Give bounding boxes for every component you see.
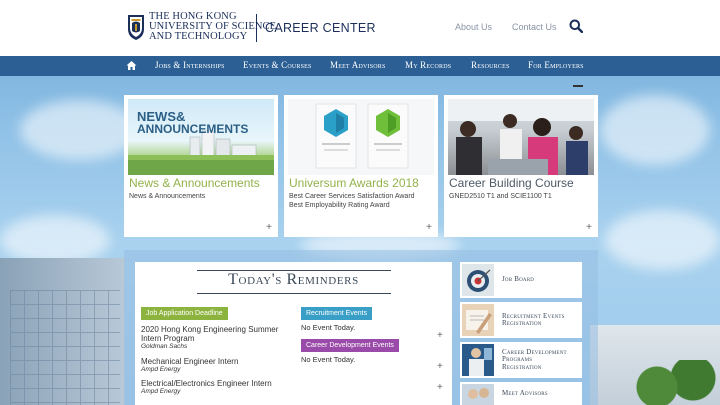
universum-awards-image (288, 99, 434, 175)
side-link-label-line: Job Board (502, 275, 535, 284)
nav-my-records[interactable]: My Records (405, 60, 451, 70)
building-windows (10, 290, 120, 405)
nav-meet-advisors[interactable]: Meet Advisors (330, 60, 386, 70)
collapse-toggle[interactable] (573, 85, 583, 87)
expand-plus-icon[interactable]: + (426, 222, 432, 233)
dartboard-icon (462, 264, 494, 296)
university-name[interactable]: THE HONG KONG UNIVERSITY OF SCIENCE AND … (149, 11, 276, 42)
job-list-item[interactable]: 2020 Hong Kong Engineering Summer Intern… (141, 325, 278, 351)
side-link-recruitment-registration[interactable]: Recruitment Events Registration (460, 302, 582, 338)
card-subtitle: Best Employability Rating Award (289, 202, 390, 209)
sky-cloud (605, 210, 720, 270)
site-header: THE HONG KONG UNIVERSITY OF SCIENCE AND … (0, 0, 720, 56)
side-link-label-line: Meet Advisors (502, 388, 548, 397)
recruitment-events-tag[interactable]: Recruitment Events (301, 307, 373, 320)
career-course-photo (448, 99, 594, 175)
card-news-announcements[interactable]: NEWS& ANNOUNCEMENTS News & Announcements… (124, 95, 278, 237)
job-company: Ampd Energy (141, 388, 181, 395)
career-development-events-tag[interactable]: Career Development Events (301, 339, 399, 352)
job-list-item[interactable]: Mechanical Engineer Intern Ampd Energy (141, 357, 238, 374)
expand-plus-icon[interactable]: + (437, 330, 443, 341)
side-link-meet-advisors[interactable]: Meet Advisors (460, 382, 582, 405)
job-title: Mechanical Engineer Intern (141, 357, 239, 366)
sky-cloud (20, 100, 140, 160)
advisors-photo-icon (462, 384, 494, 405)
nav-for-employers[interactable]: For Employers (528, 60, 584, 70)
logo-divider (256, 14, 257, 42)
news-image-text-line: ANNOUNCEMENTS (137, 122, 249, 136)
card-universum-awards[interactable]: Universum Awards 2018 Best Career Servic… (284, 95, 438, 237)
hkust-crest-icon[interactable] (127, 13, 145, 41)
university-name-line: AND TECHNOLOGY (149, 31, 248, 42)
side-link-label: Career Development Programs Registration (502, 342, 580, 378)
side-link-label-line: Registration (502, 362, 542, 371)
job-company: Goldman Sachs (141, 343, 188, 350)
campus-trees (630, 360, 720, 405)
todays-reminders-panel: Today's Reminders Job Application Deadli… (135, 262, 452, 405)
search-icon[interactable] (569, 19, 583, 33)
side-link-label: Meet Advisors (502, 382, 580, 405)
main-nav: Jobs & Internships Events & Courses Meet… (0, 56, 720, 76)
side-link-job-board[interactable]: Job Board (460, 262, 582, 298)
person-presenting-icon (462, 344, 494, 376)
job-title: Electrical/Electronics Engineer Intern (141, 379, 272, 388)
side-link-career-development-registration[interactable]: Career Development Programs Registration (460, 342, 582, 378)
news-announcements-image: NEWS& ANNOUNCEMENTS (128, 99, 274, 175)
career-development-status: No Event Today. (301, 355, 356, 364)
sky-cloud (600, 95, 710, 165)
side-link-label: Recruitment Events Registration (502, 302, 580, 338)
expand-plus-icon[interactable]: + (437, 382, 443, 393)
classroom-photo-graphic (448, 99, 594, 175)
card-subtitle: Best Career Services Satisfaction Award (289, 193, 415, 200)
recruitment-status: No Event Today. (301, 323, 356, 332)
job-list-item[interactable]: Electrical/Electronics Engineer Intern A… (141, 379, 272, 396)
pen-writing-icon (462, 304, 494, 336)
card-title[interactable]: Universum Awards 2018 (289, 176, 419, 190)
home-icon[interactable] (126, 60, 137, 71)
side-link-label-line: Registration (502, 319, 542, 327)
card-career-building-course[interactable]: Career Building Course GNED2510 T1 and S… (444, 95, 598, 237)
expand-plus-icon[interactable]: + (266, 222, 272, 233)
nav-resources[interactable]: Resources (471, 60, 509, 70)
job-deadline-tag[interactable]: Job Application Deadline (141, 307, 228, 320)
card-title[interactable]: Career Building Course (449, 176, 574, 190)
side-link-label: Job Board (502, 262, 580, 298)
job-title: Intern Program (141, 334, 195, 343)
expand-plus-icon[interactable]: + (586, 222, 592, 233)
news-image-text: NEWS& ANNOUNCEMENTS (137, 110, 249, 136)
reminders-title: Today's Reminders (228, 271, 359, 288)
contact-us-link[interactable]: Contact Us (512, 22, 557, 32)
career-center-title[interactable]: CAREER CENTER (265, 21, 376, 35)
card-subtitle: News & Announcements (129, 193, 206, 200)
expand-plus-icon[interactable]: + (437, 361, 443, 372)
card-title[interactable]: News & Announcements (129, 176, 260, 190)
nav-events-courses[interactable]: Events & Courses (243, 60, 312, 70)
nav-jobs-internships[interactable]: Jobs & Internships (155, 60, 225, 70)
title-rule-bottom (197, 293, 391, 294)
job-company: Ampd Energy (141, 366, 181, 373)
award-certificates-graphic (315, 103, 409, 169)
job-title: 2020 Hong Kong Engineering Summer (141, 325, 279, 334)
about-us-link[interactable]: About Us (455, 22, 492, 32)
card-subtitle: GNED2510 T1 and SCIE1100 T1 (449, 193, 552, 200)
